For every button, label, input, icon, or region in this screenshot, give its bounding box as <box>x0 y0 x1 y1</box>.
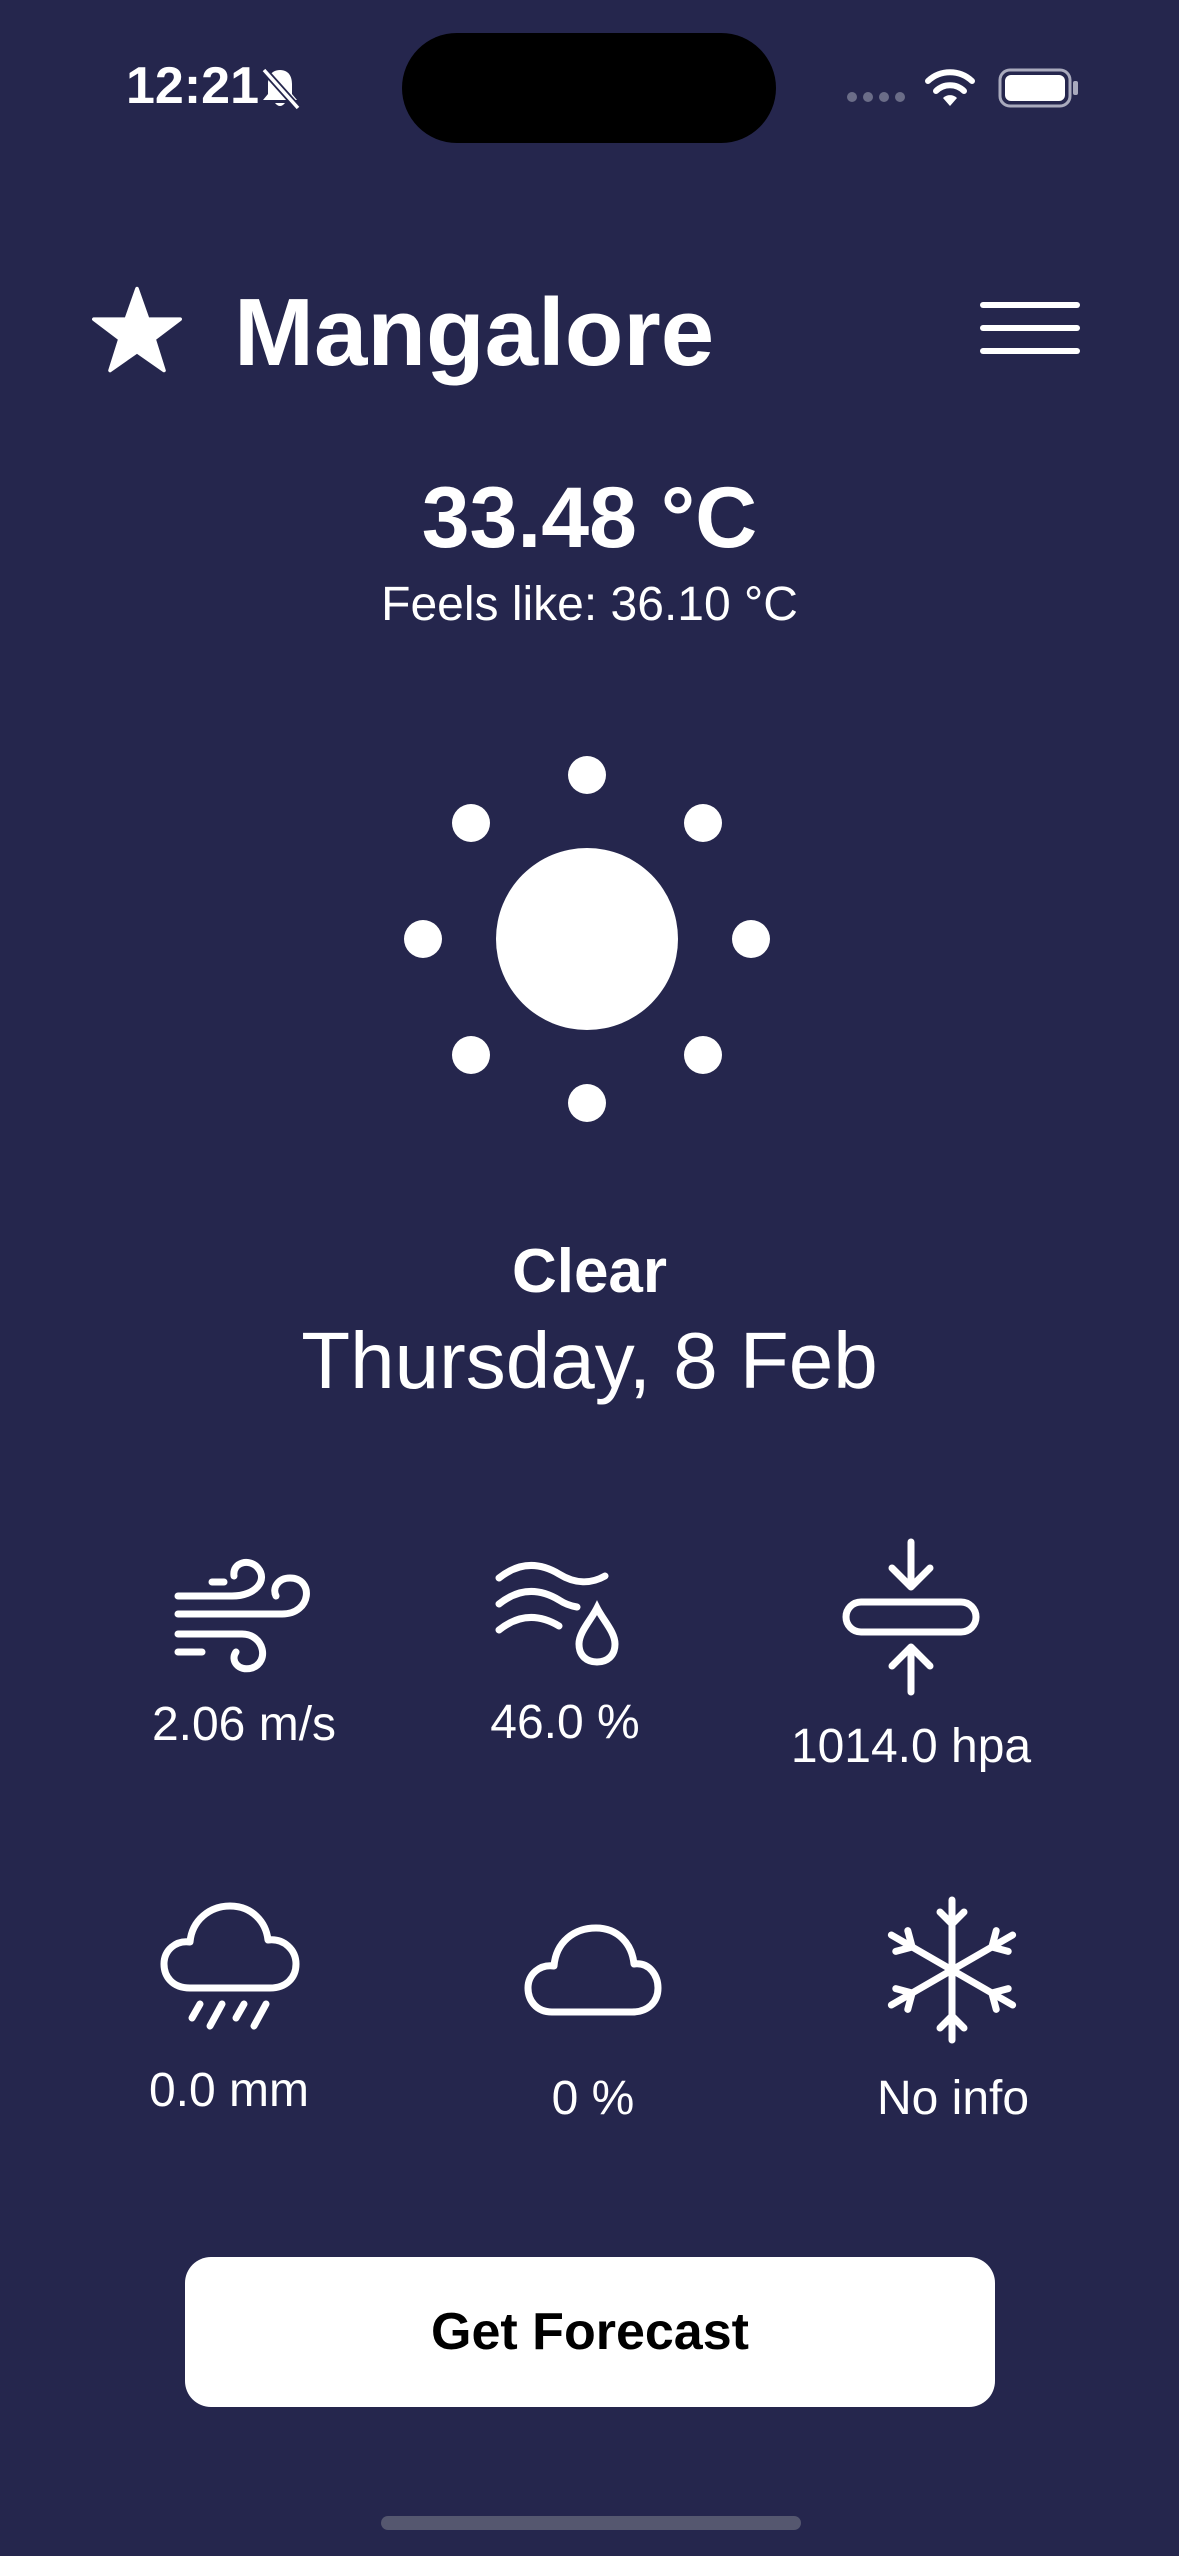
current-date: Thursday, 8 Feb <box>301 1316 878 1405</box>
snowflake-icon <box>887 1896 1017 2044</box>
favorite-star-icon[interactable] <box>92 285 182 375</box>
rain-cloud-icon <box>160 1902 300 2030</box>
wind-speed-value: 2.06 m/s <box>151 1698 337 1751</box>
cloudiness-value: 0 % <box>551 2072 635 2125</box>
city-title: Mangalore <box>234 279 715 386</box>
wifi-icon <box>925 69 975 106</box>
feels-like: Feels like: 36.10 °C <box>381 578 798 631</box>
get-forecast-label: Get Forecast <box>431 2303 749 2361</box>
signal-icon <box>847 92 905 102</box>
pressure-value: 1014.0 hpa <box>790 1720 1032 1773</box>
cloud-icon <box>524 1924 662 2016</box>
dynamic-island <box>402 33 776 143</box>
sun-icon <box>404 756 770 1122</box>
temperature: 33.48 °C <box>421 470 758 566</box>
wind-icon <box>174 1558 310 1673</box>
hamburger-menu-icon[interactable] <box>978 300 1082 358</box>
status-time: 12:21 <box>126 57 259 115</box>
rain-value: 0.0 mm <box>148 2064 310 2117</box>
get-forecast-button[interactable]: Get Forecast <box>185 2257 995 2407</box>
humidity-icon <box>495 1561 619 1666</box>
humidity-value: 46.0 % <box>490 1696 640 1749</box>
home-indicator[interactable] <box>381 2516 801 2530</box>
battery-icon <box>998 68 1078 108</box>
weather-condition: Clear <box>511 1237 668 1306</box>
pressure-icon <box>842 1538 980 1696</box>
snow-value: No info <box>876 2072 1030 2125</box>
bell-slash-icon <box>261 67 301 111</box>
